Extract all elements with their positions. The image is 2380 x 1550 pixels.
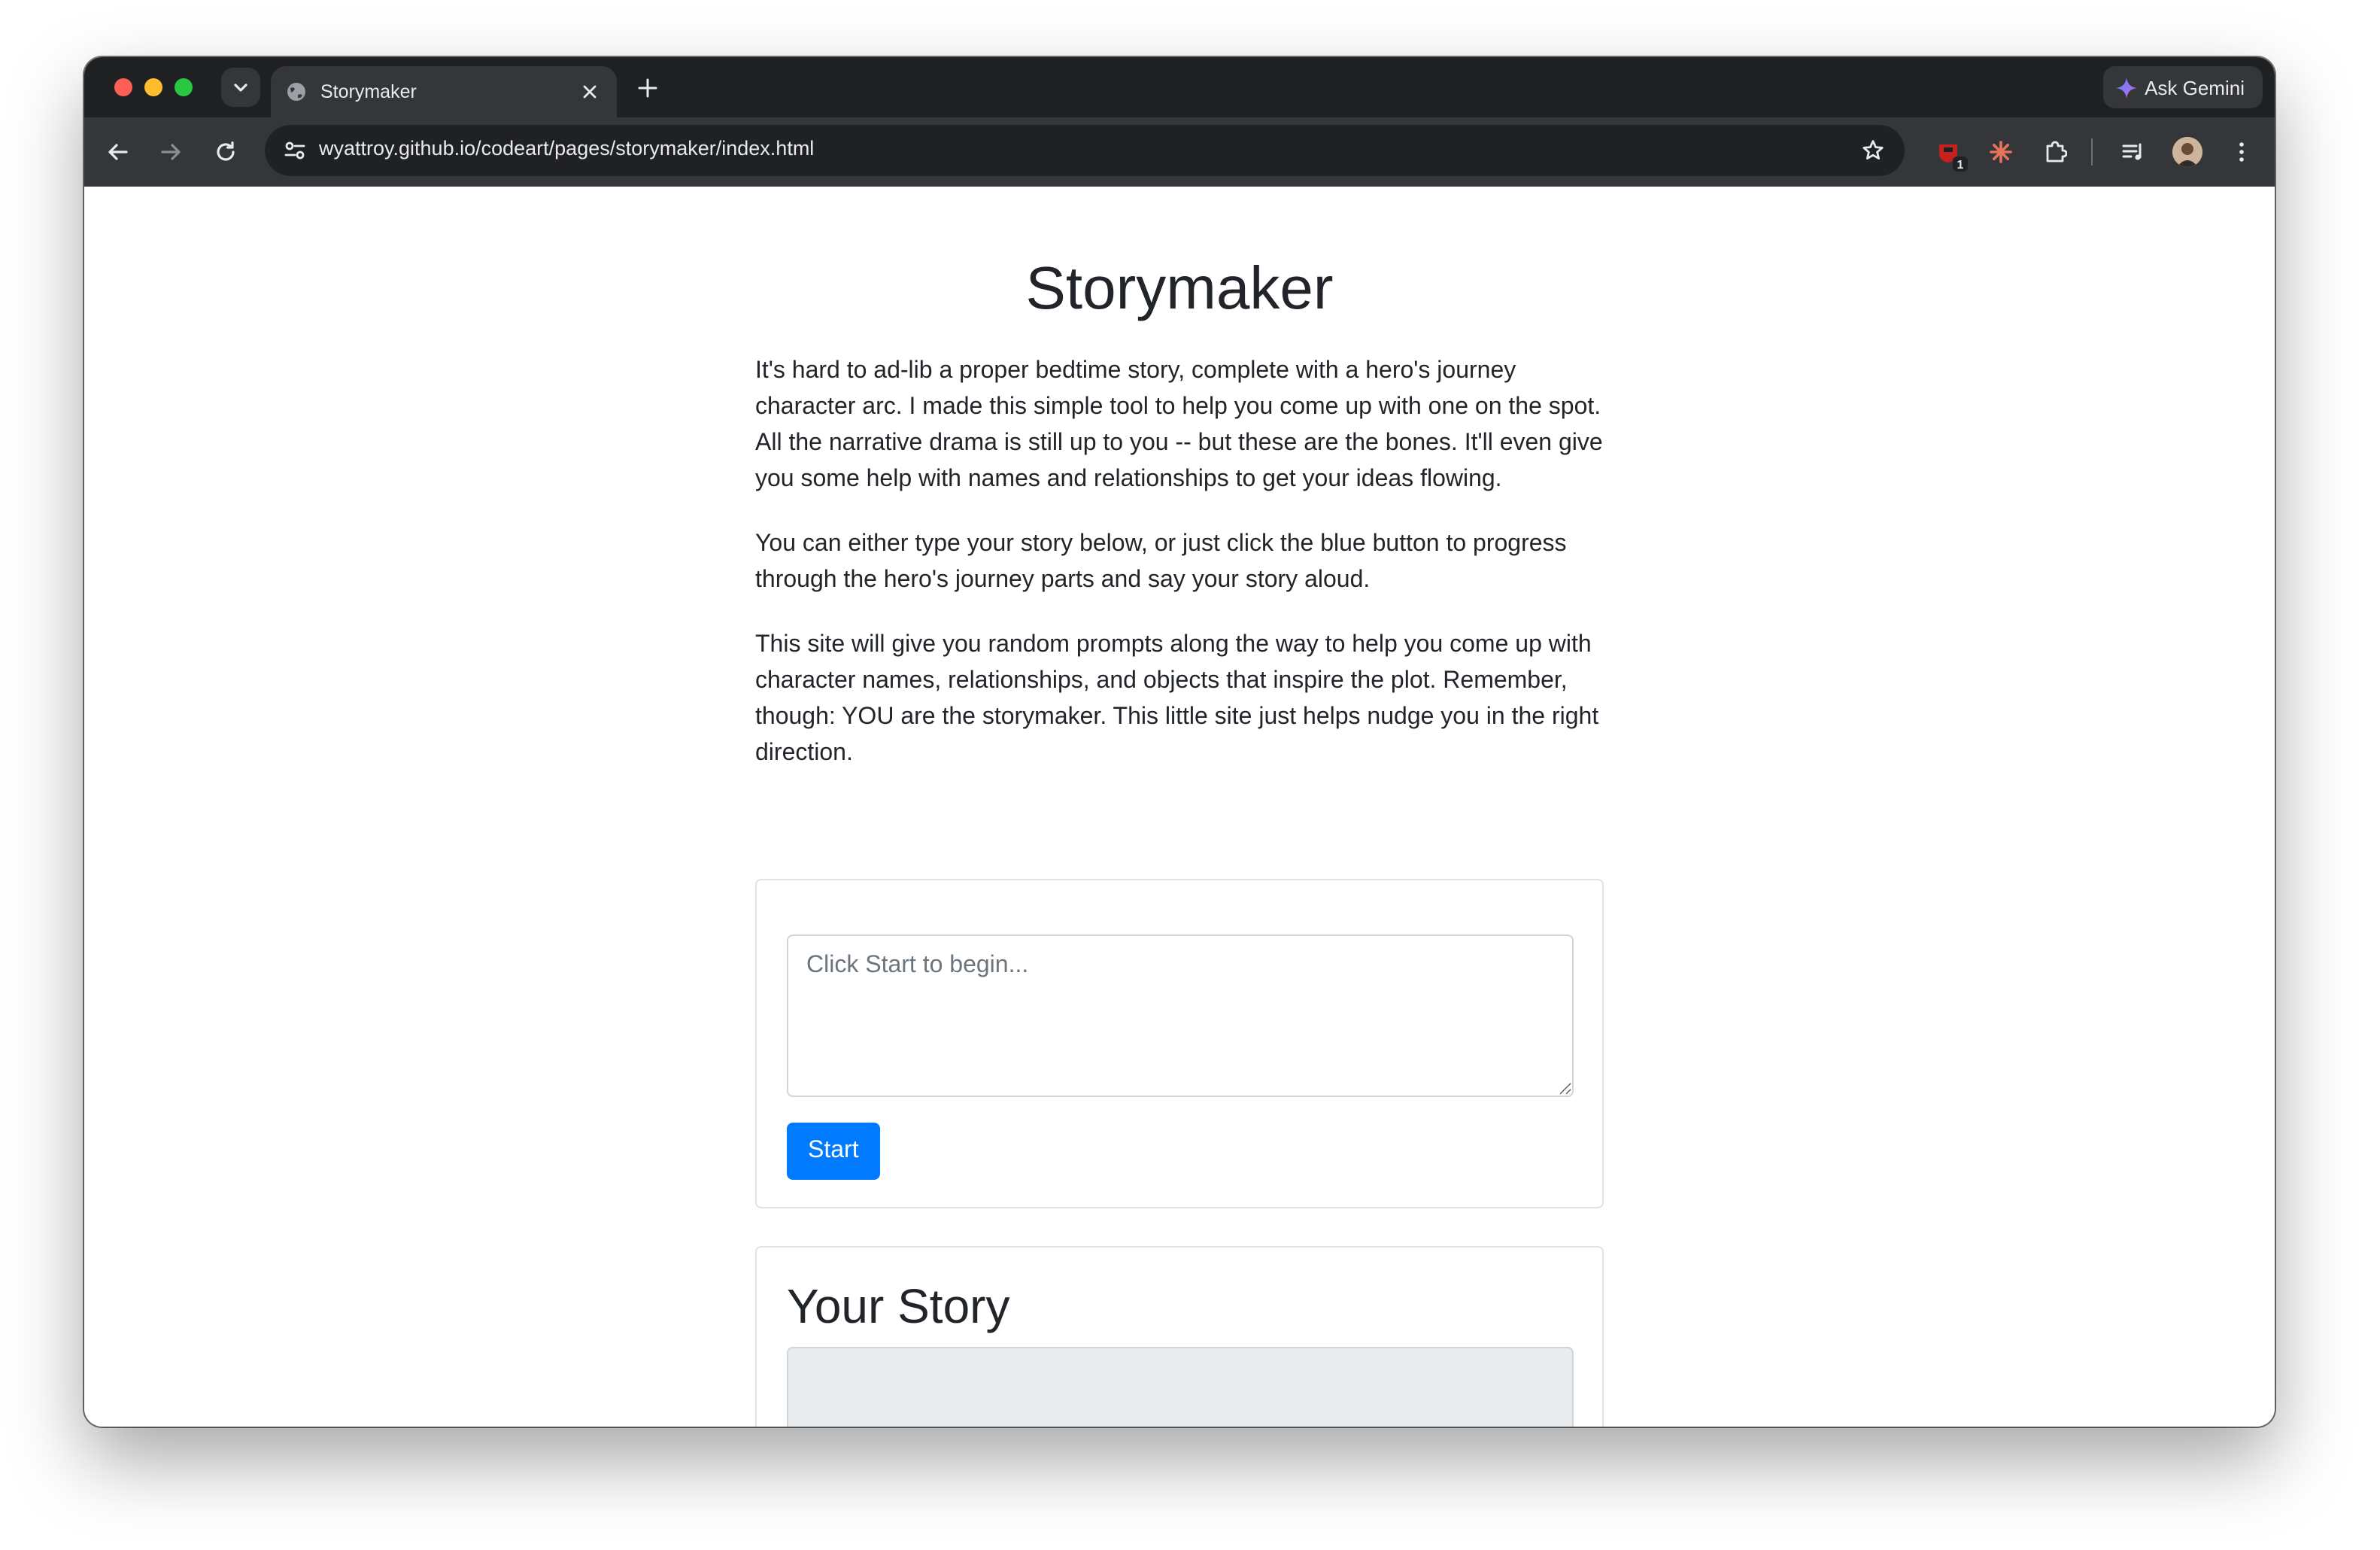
more-menu-button[interactable] (2224, 134, 2260, 170)
page-viewport: Storymaker It's hard to ad-lib a proper … (84, 187, 2275, 1427)
your-story-heading: Your Story (787, 1279, 1010, 1333)
gemini-icon (2114, 76, 2137, 99)
spark-icon (1990, 141, 2012, 163)
start-button[interactable]: Start (787, 1123, 880, 1180)
minimize-window-button[interactable] (144, 78, 162, 96)
browser-window: Storymaker Ask Gemini wyattroy.github.io… (84, 57, 2275, 1427)
your-story-card: Your Story (755, 1246, 1604, 1427)
tab-storymaker[interactable]: Storymaker (271, 66, 617, 117)
chevron-down-icon (234, 84, 247, 92)
page-title: Storymaker (1025, 256, 1334, 322)
url-text[interactable]: wyattroy.github.io/codeart/pages/storyma… (319, 137, 814, 160)
extension-shield-button[interactable]: 1 (1930, 134, 1968, 172)
globe-icon (286, 81, 307, 102)
more-icon (2239, 142, 2244, 162)
page-container: Storymaker It's hard to ad-lib a proper … (755, 187, 1604, 1427)
new-tab-button[interactable] (632, 72, 662, 102)
back-button[interactable] (99, 134, 135, 170)
story-output (787, 1347, 1574, 1427)
plus-icon (637, 78, 657, 97)
browser-toolbar: wyattroy.github.io/codeart/pages/storyma… (84, 117, 2275, 187)
intro-paragraph-1: It's hard to ad-lib a proper bedtime sto… (755, 358, 1603, 492)
ask-gemini-label: Ask Gemini (2145, 76, 2245, 99)
intro-paragraph-3: This site will give you random prompts a… (755, 632, 1599, 766)
back-arrow-icon (108, 144, 128, 160)
screen: Storymaker Ask Gemini wyattroy.github.io… (0, 0, 2380, 1550)
intro-paragraph-2: You can either type your story below, or… (755, 531, 1567, 593)
extension-spark-button[interactable] (1983, 134, 2019, 170)
tab-strip: Storymaker Ask Gemini (84, 57, 2275, 117)
address-bar[interactable]: wyattroy.github.io/codeart/pages/storyma… (265, 125, 1905, 176)
story-input[interactable] (787, 935, 1574, 1097)
tab-title: Storymaker (320, 81, 417, 102)
toolbar-separator (2091, 138, 2093, 166)
forward-button[interactable] (153, 134, 190, 170)
reading-list-icon (2122, 143, 2142, 160)
avatar[interactable] (2172, 137, 2202, 167)
site-settings-icon[interactable] (277, 132, 313, 169)
reading-list-button[interactable] (2115, 134, 2151, 170)
reload-icon (217, 141, 235, 161)
forward-arrow-icon (161, 144, 181, 160)
puzzle-icon (2046, 141, 2067, 163)
close-icon[interactable] (578, 80, 602, 104)
close-window-button[interactable] (114, 78, 132, 96)
reload-button[interactable] (208, 134, 244, 170)
extension-badge: 1 (1953, 157, 1968, 172)
maximize-window-button[interactable] (175, 78, 193, 96)
ask-gemini-button[interactable]: Ask Gemini (2102, 66, 2263, 108)
tab-search-button[interactable] (221, 68, 260, 107)
extensions-menu-button[interactable] (2037, 134, 2073, 170)
bookmark-star-icon[interactable] (1856, 134, 1890, 167)
story-input-card: Start (755, 879, 1604, 1208)
